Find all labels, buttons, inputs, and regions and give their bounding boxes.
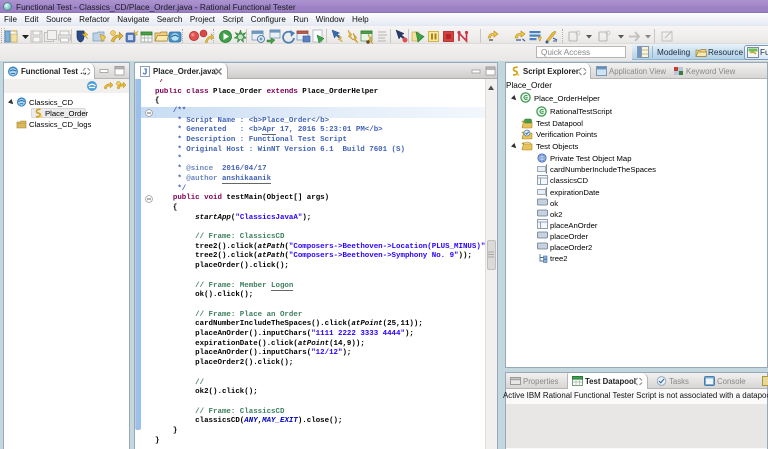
svg-text:J: J xyxy=(143,67,147,76)
